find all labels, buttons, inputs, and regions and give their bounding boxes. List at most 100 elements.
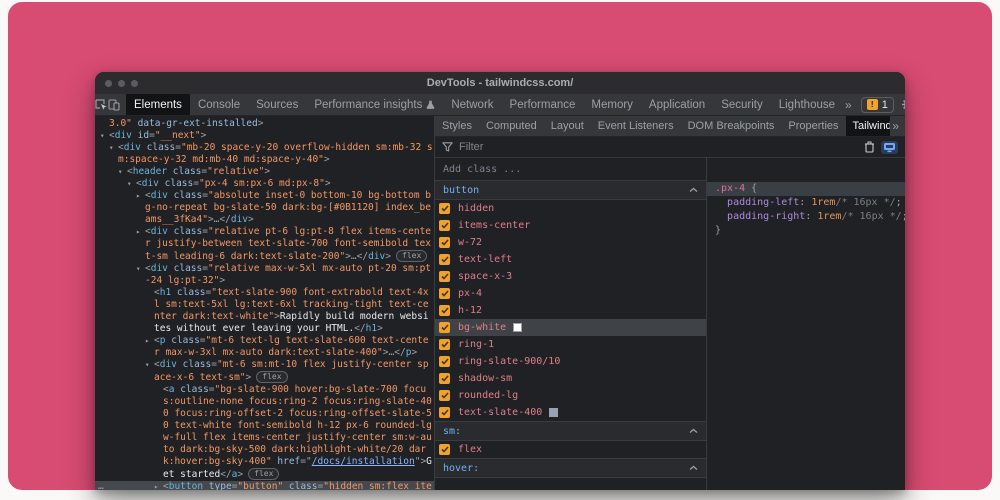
dom-node-line[interactable]: ▸ <div class="relative pt-6 lg:pt-8 flex … xyxy=(95,226,434,263)
checked-checkbox[interactable] xyxy=(439,203,450,214)
tab-event-listeners[interactable]: Event Listeners xyxy=(591,116,681,136)
dom-node-line[interactable]: 3.0" data-gr-ext-installed> xyxy=(95,118,434,130)
dom-node-line[interactable]: ▾ <div class="relative max-w-5xl mx-auto … xyxy=(95,263,434,287)
tab-performance-insights[interactable]: Performance insights xyxy=(306,94,443,115)
class-row-text-slate-400[interactable]: text-slate-400 xyxy=(435,404,706,421)
css-close-brace-line: } xyxy=(715,225,722,236)
tab-console[interactable]: Console xyxy=(190,94,248,115)
expand-arrow-open-icon[interactable]: ▾ xyxy=(145,359,154,371)
checked-checkbox[interactable] xyxy=(439,390,450,401)
class-row-flex[interactable]: flex xyxy=(435,441,706,458)
class-section-header-button[interactable]: button xyxy=(435,180,706,200)
flex-adorner-badge[interactable]: flex xyxy=(256,371,288,383)
tab-application[interactable]: Application xyxy=(641,94,713,115)
checked-checkbox[interactable] xyxy=(439,322,450,333)
filter-bar[interactable]: Filter xyxy=(435,137,905,158)
expand-arrow-closed-icon[interactable]: ▸ xyxy=(145,335,154,347)
expand-arrow-open-icon[interactable]: ▾ xyxy=(100,130,109,142)
checked-checkbox[interactable] xyxy=(439,220,450,231)
class-row-w-72[interactable]: w-72 xyxy=(435,234,706,251)
class-section-header-sm[interactable]: sm: xyxy=(435,421,706,441)
checked-checkbox[interactable] xyxy=(439,356,450,367)
checked-checkbox[interactable] xyxy=(439,288,450,299)
class-name-label: w-72 xyxy=(458,237,483,248)
dom-node-line[interactable]: ▸ <p class="mt-6 text-lg text-slate-600 t… xyxy=(95,335,434,359)
dom-node-line[interactable]: ▸ <div class="absolute inset-0 bottom-10 … xyxy=(95,190,434,226)
expand-arrow-open-icon[interactable]: ▾ xyxy=(118,166,127,178)
chevron-up-icon[interactable] xyxy=(689,465,698,471)
dom-node-line[interactable]: ▾ <div id="__next"> xyxy=(95,130,434,142)
preview-monitor-icon[interactable] xyxy=(881,140,898,154)
tab-dom-breakpoints[interactable]: DOM Breakpoints xyxy=(681,116,782,136)
expand-arrow-open-icon[interactable]: ▾ xyxy=(109,142,118,154)
tab-layout[interactable]: Layout xyxy=(544,116,591,136)
attribute-link[interactable]: /docs/installation xyxy=(312,456,415,467)
tab-performance[interactable]: Performance xyxy=(502,94,584,115)
class-row-items-center[interactable]: items-center xyxy=(435,217,706,234)
issues-badge[interactable]: ! 1 xyxy=(860,96,894,113)
class-section-header-hover[interactable]: hover: xyxy=(435,458,706,478)
device-toolbar-icon[interactable] xyxy=(108,94,120,115)
class-row-bg-white[interactable]: bg-white xyxy=(435,319,706,336)
checked-checkbox[interactable] xyxy=(439,271,450,282)
css-selector-line[interactable]: .px-4 { xyxy=(707,182,905,196)
window-controls xyxy=(105,72,144,94)
tab-sources[interactable]: Sources xyxy=(248,94,306,115)
checked-checkbox[interactable] xyxy=(439,339,450,350)
class-list-column: Add class ... button hidden items-center w-… xyxy=(435,158,707,490)
checked-checkbox[interactable] xyxy=(439,237,450,248)
minimize-window-button[interactable] xyxy=(118,79,125,87)
tab-network[interactable]: Network xyxy=(443,94,501,115)
expand-arrow-open-icon[interactable]: ▾ xyxy=(127,178,136,190)
chevron-up-icon[interactable] xyxy=(689,428,698,434)
tab-properties[interactable]: Properties xyxy=(781,116,845,136)
checked-checkbox[interactable] xyxy=(439,444,450,455)
add-class-input[interactable]: Add class ... xyxy=(435,158,706,180)
checked-checkbox[interactable] xyxy=(439,407,450,418)
class-row-shadow-sm[interactable]: shadow-sm xyxy=(435,370,706,387)
row-overflow-dots[interactable]: … xyxy=(98,481,104,490)
dom-node-line[interactable]: ▾ <div class="mb-20 space-y-20 overflow-h… xyxy=(95,142,434,166)
checked-checkbox[interactable] xyxy=(439,305,450,316)
dom-node-line[interactable]: ▾ <div class="mt-6 sm:mt-10 flex justify-… xyxy=(95,359,434,384)
settings-gear-icon[interactable] xyxy=(901,98,905,111)
close-window-button[interactable] xyxy=(105,79,112,87)
class-row-ring-1[interactable]: ring-1 xyxy=(435,336,706,353)
tab-tailwind-css[interactable]: Tailwind CSS xyxy=(845,116,891,136)
dom-node-line[interactable]: <a class="bg-slate-900 hover:bg-slate-70… xyxy=(95,384,434,481)
checked-checkbox[interactable] xyxy=(439,373,450,384)
expand-arrow-closed-icon[interactable]: ▸ xyxy=(154,481,163,490)
class-row-space-x-3[interactable]: space-x-3 xyxy=(435,268,706,285)
zoom-window-button[interactable] xyxy=(131,79,138,87)
expand-arrow-closed-icon[interactable]: ▸ xyxy=(136,226,145,238)
more-tabs-chevron-icon[interactable]: » xyxy=(843,98,854,112)
flex-adorner-badge[interactable]: flex xyxy=(248,468,280,480)
tab-security[interactable]: Security xyxy=(713,94,771,115)
class-row-hidden[interactable]: hidden xyxy=(435,200,706,217)
class-row-ring-slate-900-10[interactable]: ring-slate-900/10 xyxy=(435,353,706,370)
main-tabbar-tabs: Elements Console Sources Performance insigh… xyxy=(126,94,843,115)
panel-more-tabs-chevron-icon[interactable]: » xyxy=(890,116,905,136)
expand-arrow-closed-icon[interactable]: ▸ xyxy=(136,190,145,202)
clear-trash-icon[interactable] xyxy=(864,141,875,153)
class-row-rounded-lg[interactable]: rounded-lg xyxy=(435,387,706,404)
dom-node-line-selected[interactable]: … ▸ <button type="button" class="hidden sm… xyxy=(95,481,434,490)
class-row-text-left[interactable]: text-left xyxy=(435,251,706,268)
class-name-label: text-left xyxy=(458,254,513,265)
tab-lighthouse[interactable]: Lighthouse xyxy=(771,94,843,115)
checked-checkbox[interactable] xyxy=(439,254,450,265)
dom-node-line[interactable]: ▾ <header class="relative"> xyxy=(95,166,434,178)
section-label: hover: xyxy=(443,462,480,474)
expand-arrow-open-icon[interactable]: ▾ xyxy=(136,263,145,275)
tab-elements[interactable]: Elements xyxy=(126,94,190,115)
chevron-up-icon[interactable] xyxy=(689,187,698,193)
dom-node-line[interactable]: ▾ <div class="px-4 sm:px-6 md:px-8"> xyxy=(95,178,434,190)
inspect-element-icon[interactable] xyxy=(95,94,108,115)
dom-node-line[interactable]: <h1 class="text-slate-900 font-extrabold… xyxy=(95,287,434,335)
class-row-px-4[interactable]: px-4 xyxy=(435,285,706,302)
flex-adorner-badge[interactable]: flex xyxy=(396,250,428,262)
tab-styles[interactable]: Styles xyxy=(435,116,479,136)
class-row-h-12[interactable]: h-12 xyxy=(435,302,706,319)
tab-computed[interactable]: Computed xyxy=(479,116,544,136)
tab-memory[interactable]: Memory xyxy=(583,94,641,115)
